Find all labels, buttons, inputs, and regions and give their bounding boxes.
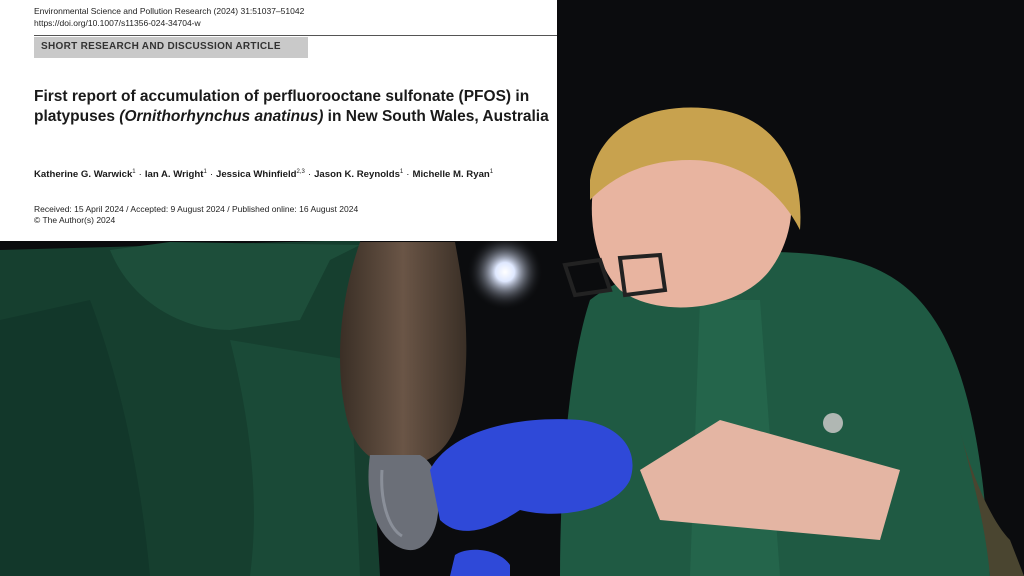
title-part2: in New South Wales, Australia	[323, 107, 549, 125]
title-species: (Ornithorhynchus anatinus)	[119, 107, 324, 125]
article-title: First report of accumulation of perfluor…	[34, 87, 549, 126]
author-separator: ·	[307, 169, 312, 180]
publication-dates: Received: 15 April 2024 / Accepted: 9 Au…	[34, 204, 359, 214]
author-separator: ·	[209, 169, 214, 180]
article-header-card: Environmental Science and Pollution Rese…	[0, 0, 557, 241]
journal-citation: Environmental Science and Pollution Rese…	[34, 6, 305, 16]
author-separator: ·	[138, 169, 142, 180]
divider	[34, 35, 557, 36]
author-name[interactable]: Michelle M. Ryan	[412, 169, 489, 180]
left-researcher	[0, 240, 380, 576]
author-affiliation: 1	[489, 169, 494, 175]
author-name[interactable]: Katherine G. Warwick	[34, 169, 132, 180]
author-name[interactable]: Jason K. Reynolds	[314, 169, 400, 180]
article-type-banner: SHORT RESEARCH AND DISCUSSION ARTICLE	[34, 37, 308, 58]
author-list: Katherine G. Warwick1 · Ian A. Wright1 · Jes…	[34, 169, 493, 180]
author-name[interactable]: Ian A. Wright	[145, 169, 204, 180]
doi-link[interactable]: https://doi.org/10.1007/s11356-024-34704…	[34, 17, 201, 29]
article-type-label: SHORT RESEARCH AND DISCUSSION ARTICLE	[41, 41, 281, 52]
author-name[interactable]: Jessica Whinfield	[216, 169, 297, 180]
author-affiliation: 2,3	[296, 169, 305, 175]
torch-light	[467, 234, 543, 310]
copyright-notice: © The Author(s) 2024	[34, 215, 116, 225]
